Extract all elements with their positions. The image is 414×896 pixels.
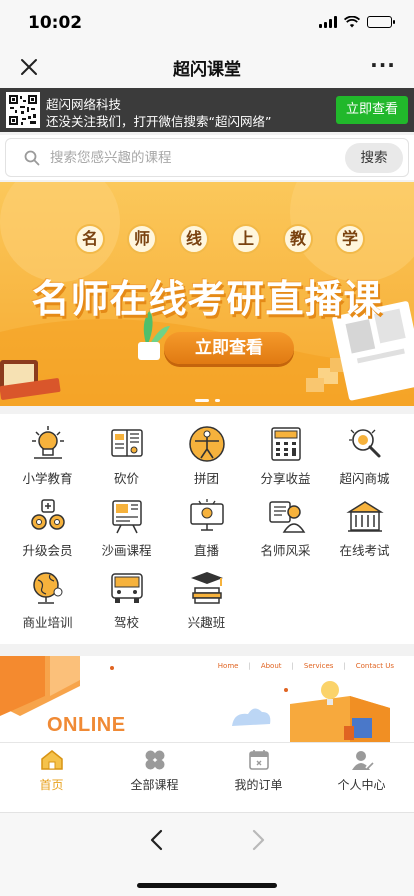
banner-pagination (0, 399, 414, 402)
hero-banner[interactable]: 名 师 线 上 教 学 名师在线考研直播课 立即查看 (0, 182, 414, 406)
forward-arrow-icon[interactable] (243, 825, 273, 855)
view-now-button[interactable]: 立即查看 (336, 96, 408, 124)
vitruvian-icon (188, 426, 225, 462)
pagination-dot-active (194, 399, 209, 402)
category-grid: 小学教育 砍价 拼团 分享收益 超闪商城 升级会员 沙画课程 直播 名师风采 在… (0, 414, 414, 644)
calendar-icon (248, 750, 269, 770)
signal-icon (319, 16, 337, 28)
qr-code-icon (6, 92, 40, 128)
graduation-icon (190, 572, 223, 604)
tagline-char: 教 (283, 224, 313, 254)
tab-home[interactable]: 首页 (0, 748, 103, 793)
wifi-icon (344, 16, 360, 28)
grid-item-label: 分享收益 (260, 471, 311, 486)
promo-nav-services: Services (303, 662, 334, 670)
clover-icon (145, 750, 164, 770)
battery-icon (367, 16, 395, 28)
tagline-char: 上 (231, 224, 261, 254)
grid-item-teachers[interactable]: 名师风采 (246, 496, 325, 568)
promo-banner[interactable]: Home | About | Services | Contact Us ONL… (0, 656, 414, 744)
grid-item-label: 驾校 (113, 615, 139, 630)
tagline-char: 名 (75, 224, 105, 254)
grid-item-online-exam[interactable]: 在线考试 (325, 496, 404, 568)
bus-icon (110, 573, 143, 603)
computer-icon (189, 499, 224, 531)
more-button[interactable]: ··· (366, 50, 400, 80)
promo-nav-home: Home (217, 662, 239, 670)
grid-item-label: 直播 (193, 543, 219, 558)
grid-item-interest-class[interactable]: 兴趣班 (167, 568, 246, 640)
back-arrow-icon[interactable] (142, 825, 172, 855)
grid-item-label: 沙画课程 (101, 543, 152, 558)
banner-tagline: 名 师 线 上 教 学 (75, 224, 365, 254)
grid-item-label: 砍价 (113, 471, 139, 486)
tagline-char: 学 (335, 224, 365, 254)
globe-icon (32, 572, 62, 604)
pagination-dot (214, 399, 220, 402)
grid-item-label: 升级会员 (22, 543, 73, 558)
grid-item-label: 小学教育 (22, 471, 73, 486)
grid-item-driving-school[interactable]: 驾校 (87, 568, 166, 640)
home-icon (40, 750, 63, 770)
search-bar: 搜索 (0, 135, 414, 180)
tab-profile[interactable]: 个人中心 (310, 748, 413, 793)
promo-nav-separator: | (343, 662, 346, 670)
grid-item-label: 兴趣班 (187, 615, 226, 630)
promo-nav-contact: Contact Us (355, 662, 394, 670)
tab-all-courses[interactable]: 全部课程 (103, 748, 206, 793)
grid-item-label: 在线考试 (339, 543, 390, 558)
promo-online-text: ONLINE (47, 714, 126, 736)
tagline-char: 线 (179, 224, 209, 254)
user-icon (351, 751, 374, 770)
gears-icon (30, 499, 65, 530)
tab-label: 个人中心 (337, 778, 386, 792)
grid-item-bargain[interactable]: 砍价 (87, 424, 166, 496)
status-icons (319, 16, 395, 28)
teacher-icon (268, 501, 305, 533)
easel-icon (111, 500, 142, 534)
magnifier-icon (348, 429, 380, 458)
grid-item-label: 超闪商城 (339, 471, 390, 486)
grid-item-sand-painting[interactable]: 沙画课程 (87, 496, 166, 568)
grid-item-primary-education[interactable]: 小学教育 (8, 424, 87, 496)
search-box: 搜索 (5, 138, 409, 177)
follow-bar: 超闪网络科技 还没关注我们，打开微信搜索“超闪网络” 立即查看 (0, 88, 414, 132)
promo-nav: Home | About | Services | Contact Us (218, 662, 394, 670)
promo-nav-separator: | (248, 662, 251, 670)
page-title: 超闪课堂 (173, 60, 241, 80)
tab-label: 全部课程 (130, 778, 179, 792)
calculator-icon (270, 427, 301, 461)
grid-item-label: 拼团 (193, 471, 219, 486)
status-time: 10:02 (28, 13, 83, 33)
tab-label: 首页 (39, 778, 64, 792)
promo-nav-separator: | (291, 662, 294, 670)
bottom-tab-bar: 首页 全部课程 我的订单 个人中心 (0, 742, 414, 812)
tab-label: 我的订单 (234, 778, 283, 792)
nav-bar: 超闪课堂 ··· (0, 46, 414, 88)
search-input[interactable] (50, 146, 330, 170)
promo-nav-about: About (260, 662, 282, 670)
tab-my-orders[interactable]: 我的订单 (207, 748, 310, 793)
grid-item-business-training[interactable]: 商业培训 (8, 568, 87, 640)
browser-toolbar (0, 812, 414, 896)
search-icon (24, 150, 40, 166)
grid-item-live[interactable]: 直播 (167, 496, 246, 568)
tagline-char: 师 (127, 224, 157, 254)
search-button[interactable]: 搜索 (345, 143, 403, 173)
grid-item-group-buy[interactable]: 拼团 (167, 424, 246, 496)
book-icon (110, 429, 143, 457)
grid-item-share-earnings[interactable]: 分享收益 (246, 424, 325, 496)
grid-item-label: 名师风采 (260, 543, 311, 558)
banner-cta-button[interactable]: 立即查看 (164, 332, 294, 364)
home-indicator (137, 883, 277, 888)
school-icon (345, 501, 384, 532)
banner-headline: 名师在线考研直播课 (31, 277, 383, 321)
status-bar: 10:02 (0, 0, 414, 46)
grid-item-upgrade-member[interactable]: 升级会员 (8, 496, 87, 568)
lightbulb-icon (31, 426, 64, 459)
grid-item-label: 商业培训 (22, 615, 73, 630)
follow-hint: 还没关注我们，打开微信搜索“超闪网络” (46, 114, 272, 129)
grid-item-mall[interactable]: 超闪商城 (325, 424, 404, 496)
